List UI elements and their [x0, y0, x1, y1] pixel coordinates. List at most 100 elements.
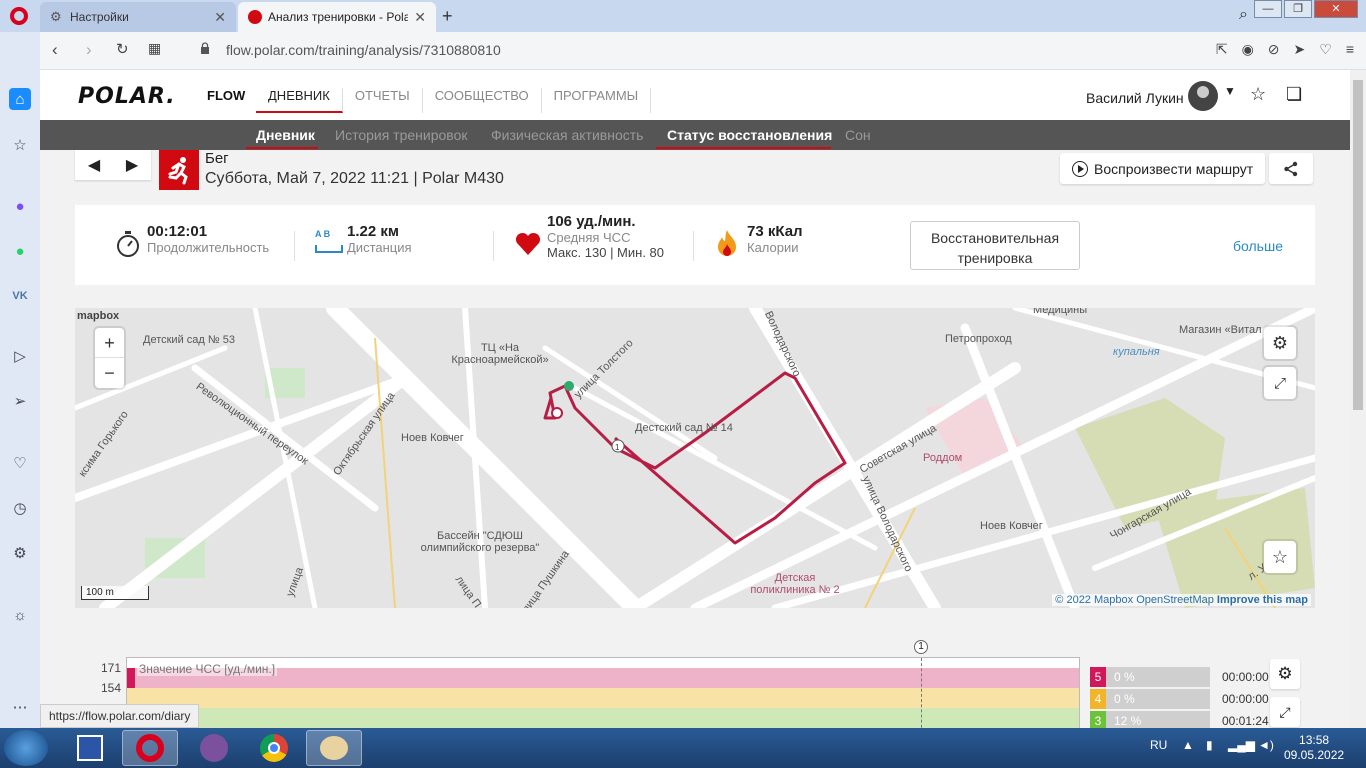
map-settings-button[interactable]: ⚙	[1264, 327, 1296, 359]
home-icon[interactable]: ⌂	[9, 88, 31, 110]
close-icon[interactable]: ✕	[214, 9, 226, 26]
tab-settings[interactable]: ⚙ Настройки ✕	[40, 2, 236, 32]
taskbar-paint-icon[interactable]	[306, 730, 362, 766]
route-map[interactable]: 1 mapbox Детский сад № 53 ТЦ «На Красноа…	[75, 308, 1315, 608]
share-button[interactable]	[1269, 153, 1313, 184]
polar-icon	[248, 10, 262, 24]
map-label: Медицины	[1033, 308, 1088, 316]
nav-community[interactable]: СООБЩЕСТВО	[423, 88, 542, 113]
tab-label: Настройки	[70, 10, 129, 24]
menu-icon[interactable]: ≡	[1346, 41, 1354, 58]
heart-icon[interactable]: ♡	[1319, 41, 1332, 58]
history-icon[interactable]: ◷	[9, 497, 31, 519]
duration-label: Продолжительность	[147, 240, 270, 255]
opera-logo-icon[interactable]	[10, 7, 28, 25]
zoom-in-button[interactable]: +	[95, 328, 124, 358]
zoom-out-button[interactable]: −	[95, 358, 124, 388]
settings-icon[interactable]: ⚙	[9, 542, 31, 564]
signal-icon[interactable]: ▂▄▆	[1228, 738, 1255, 752]
map-label: Роддом	[923, 452, 963, 464]
play-route-button[interactable]: Воспроизвести маршрут	[1060, 153, 1265, 184]
hr-value: 106 уд./мин.	[547, 213, 636, 230]
speed-dial-icon[interactable]: ▦	[148, 40, 161, 57]
tab-polar-analysis[interactable]: Анализ тренировки - Polar ✕	[238, 2, 436, 32]
hr-zone-plot[interactable]: Значение ЧСС [уд./мин.] 1	[126, 640, 1080, 728]
search-icon[interactable]: ⌕	[1239, 6, 1248, 24]
language-indicator[interactable]: RU	[1150, 738, 1167, 752]
forward-icon[interactable]: ›	[86, 40, 92, 60]
whatsapp-icon[interactable]: ●	[9, 240, 31, 262]
send-icon[interactable]: ➤	[1294, 41, 1306, 58]
prev-arrow-icon[interactable]: ◀	[88, 155, 100, 175]
subnav-history[interactable]: История тренировок	[335, 127, 467, 143]
camera-icon[interactable]: ◉	[1242, 41, 1254, 58]
send-icon[interactable]: ➢	[9, 390, 31, 412]
adblock-icon[interactable]: ⊘	[1268, 41, 1280, 58]
taskbar-chrome-icon[interactable]	[246, 730, 302, 766]
running-icon	[159, 150, 199, 190]
speed-dial-star-icon[interactable]: ☆	[9, 134, 31, 156]
mapbox-logo[interactable]: mapbox	[77, 310, 119, 322]
minimize-button[interactable]: —	[1254, 0, 1282, 18]
close-icon[interactable]: ✕	[414, 9, 426, 26]
map-attribution: © 2022 Mapbox OpenStreetMap Improve this…	[1052, 594, 1311, 606]
zone-row: 5 0 % 00:00:00	[1090, 667, 1269, 687]
subnav-activity[interactable]: Физическая активность	[491, 127, 643, 143]
reload-icon[interactable]: ↻	[116, 40, 129, 58]
clock[interactable]: 13:58 09.05.2022	[1284, 733, 1344, 763]
star-icon[interactable]: ☆	[1250, 84, 1266, 105]
recovery-training-button[interactable]: Восстановительная тренировка	[910, 221, 1080, 270]
lap-marker[interactable]: 1	[914, 640, 928, 654]
chart-settings-button[interactable]: ⚙	[1270, 659, 1300, 689]
improve-map-link[interactable]: Improve this map	[1217, 594, 1308, 606]
nav-programs[interactable]: ПРОГРАММЫ	[542, 88, 652, 113]
taskbar-opera-icon[interactable]	[122, 730, 178, 766]
map-favorite-button[interactable]: ☆	[1264, 541, 1296, 573]
opera-sidebar: ⌂ ☆ ● ● VK ▷ ➢ ♡ ◷ ⚙ ☼ ⋯	[0, 32, 40, 728]
tray-expand-icon[interactable]: ▲	[1182, 738, 1194, 752]
zone-percent: 0 %	[1106, 689, 1210, 709]
battery-icon[interactable]: ▮	[1206, 738, 1213, 752]
zone-number: 5	[1090, 667, 1106, 687]
avatar[interactable]	[1188, 81, 1218, 111]
tips-icon[interactable]: ☼	[9, 604, 31, 626]
subnav-diary[interactable]: Дневник	[256, 127, 315, 143]
start-button[interactable]	[4, 730, 48, 766]
next-arrow-icon[interactable]: ▶	[126, 155, 138, 175]
hr-minmax: Макс. 130 | Мин. 80	[547, 245, 665, 260]
nav-reports[interactable]: ОТЧЕТЫ	[343, 88, 423, 113]
messenger-icon[interactable]: ●	[9, 195, 31, 217]
zoom-controls: + −	[95, 328, 124, 388]
nav-diary[interactable]: ДНЕВНИК	[256, 88, 343, 113]
url-field[interactable]: flow.polar.com/training/analysis/7310880…	[226, 42, 501, 58]
expand-icon: ⤢	[1279, 703, 1291, 720]
back-icon[interactable]: ‹	[52, 40, 58, 60]
taskbar-totalcmd-icon[interactable]	[62, 730, 118, 766]
new-tab-icon[interactable]: +	[442, 6, 453, 27]
map-fullscreen-button[interactable]: ⤢	[1264, 367, 1296, 399]
subnav-recovery[interactable]: Статус восстановления	[667, 127, 832, 143]
player-icon[interactable]: ▷	[9, 345, 31, 367]
user-name[interactable]: Василий Лукин	[1086, 90, 1184, 106]
share-link-icon[interactable]: ⇱	[1216, 41, 1228, 58]
scrollbar-thumb[interactable]	[1353, 80, 1363, 410]
mapbox-link[interactable]: Mapbox	[1094, 594, 1133, 606]
vk-icon[interactable]: VK	[9, 285, 31, 307]
subnav-sleep[interactable]: Сон	[845, 127, 871, 143]
window-close-button[interactable]: ✕	[1314, 0, 1358, 18]
osm-link[interactable]: OpenStreetMap	[1136, 594, 1214, 606]
chevron-down-icon[interactable]: ▼	[1224, 84, 1236, 98]
calories-value: 73 кКал	[747, 223, 803, 240]
share-icon	[1284, 161, 1298, 176]
more-icon[interactable]: ⋯	[9, 696, 31, 718]
chart-expand-button[interactable]: ⤢	[1270, 697, 1300, 727]
notifications-icon[interactable]: ❏	[1286, 84, 1302, 105]
taskbar-viber-icon[interactable]	[186, 730, 242, 766]
polar-logo[interactable]: POLAR.	[78, 84, 176, 109]
lock-icon[interactable]	[200, 42, 210, 54]
page-scrollbar[interactable]	[1350, 70, 1366, 728]
more-link[interactable]: больше	[1233, 238, 1283, 254]
heart-icon[interactable]: ♡	[9, 452, 31, 474]
maximize-button[interactable]: ❐	[1284, 0, 1312, 18]
volume-icon[interactable]: ◄)	[1258, 738, 1274, 752]
